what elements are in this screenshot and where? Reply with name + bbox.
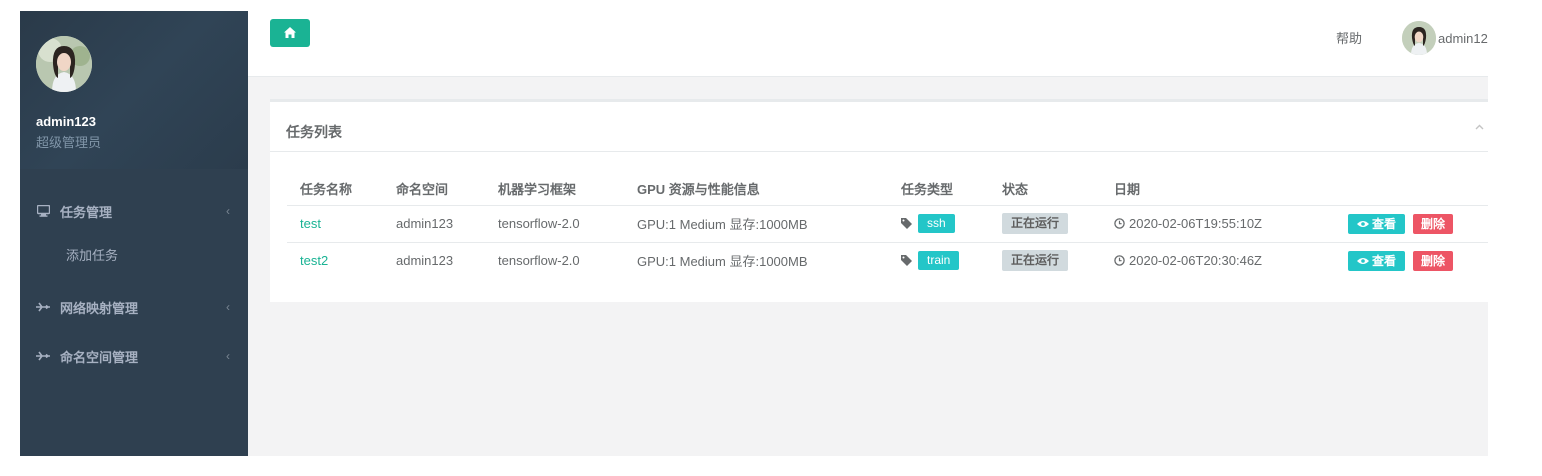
- clock-icon: [1114, 218, 1125, 229]
- task-type: train: [901, 251, 989, 271]
- task-type-label: train: [918, 251, 960, 271]
- namespace-cell: admin123: [396, 253, 454, 269]
- profile-name[interactable]: admin123: [36, 114, 96, 129]
- app-window: admin123 超级管理员 任务管理 ‹ 添加任务 网络映射管理 ‹ 命名空间…: [20, 11, 1488, 456]
- nav-item-network-mapping[interactable]: 网络映射管理 ‹: [20, 287, 248, 327]
- column-header: 任务名称: [287, 173, 383, 206]
- nav-item-label: 任务管理: [60, 204, 113, 220]
- view-button-label: 查看: [1372, 253, 1397, 268]
- gpu-info-cell: GPU:1 Medium 显存:1000MB: [624, 205, 888, 243]
- view-button-label: 查看: [1372, 216, 1397, 231]
- delete-button[interactable]: 删除: [1413, 250, 1454, 271]
- table-row: test2 admin123 tensorflow-2.0 GPU:1 Medi…: [287, 242, 1488, 279]
- avatar[interactable]: [36, 36, 92, 92]
- eye-icon: [1357, 257, 1369, 265]
- task-table: 任务名称 命名空间 机器学习框架 GPU 资源与性能信息 任务类型 状态 日期 …: [287, 173, 1488, 279]
- date-text: 2020-02-06T19:55:10Z: [1129, 216, 1262, 231]
- task-type: ssh: [901, 214, 989, 233]
- view-button[interactable]: 查看: [1348, 250, 1406, 271]
- divider: [270, 151, 1488, 152]
- column-header: 命名空间: [383, 173, 485, 206]
- chevron-left-icon: ‹: [226, 204, 230, 218]
- task-name-link[interactable]: test2: [300, 253, 328, 268]
- nav-subitem-label: 添加任务: [66, 247, 119, 263]
- view-button[interactable]: 查看: [1348, 213, 1406, 234]
- nav-item-label: 命名空间管理: [60, 349, 139, 365]
- clock-icon: [1114, 255, 1125, 266]
- framework-cell: tensorflow-2.0: [485, 205, 624, 243]
- gpu-info-cell: GPU:1 Medium 显存:1000MB: [637, 254, 808, 270]
- status-badge: 正在运行: [1002, 213, 1069, 234]
- status-badge: 正在运行: [1002, 250, 1069, 272]
- chevron-left-icon: ‹: [226, 300, 230, 314]
- user-menu[interactable]: admin12: [1402, 21, 1488, 55]
- nav-item-label: 网络映射管理: [60, 300, 139, 316]
- table-header-row: 任务名称 命名空间 机器学习框架 GPU 资源与性能信息 任务类型 状态 日期: [287, 173, 1488, 206]
- table-row: test admin123 tensorflow-2.0 GPU:1 Mediu…: [287, 205, 1488, 243]
- date: 2020-02-06T19:55:10Z: [1114, 216, 1335, 231]
- chevron-left-icon: ‹: [226, 349, 230, 363]
- task-name-link[interactable]: test: [300, 216, 321, 231]
- chevron-up-icon[interactable]: [1475, 122, 1484, 133]
- column-header: 任务类型: [888, 173, 989, 206]
- user-name: admin12: [1438, 30, 1488, 46]
- column-header: [1335, 173, 1488, 206]
- eye-icon: [1357, 220, 1369, 228]
- column-header: 机器学习框架: [485, 173, 624, 206]
- profile-header: admin123 超级管理员: [20, 11, 248, 169]
- date: 2020-02-06T20:30:46Z: [1114, 253, 1335, 268]
- date-text: 2020-02-06T20:30:46Z: [1129, 253, 1262, 269]
- home-icon: [284, 26, 296, 41]
- task-list-panel: 任务列表 任务名称 命名空间 机器学习框架 GPU 资源与性能信息 任务类型 状…: [270, 99, 1488, 302]
- home-button[interactable]: [270, 19, 310, 47]
- panel-title: 任务列表: [286, 124, 342, 140]
- plane-icon: [36, 300, 50, 314]
- framework-cell: tensorflow-2.0: [498, 253, 580, 269]
- tag-icon: [901, 255, 912, 267]
- delete-button[interactable]: 删除: [1413, 213, 1454, 234]
- help-link[interactable]: 帮助: [1336, 28, 1362, 47]
- plane-icon: [36, 349, 50, 363]
- namespace-cell: admin123: [383, 205, 485, 243]
- user-avatar: [1402, 21, 1436, 55]
- nav-subitem-add-task[interactable]: 添加任务: [20, 236, 248, 272]
- profile-role: 超级管理员: [36, 135, 102, 150]
- sidebar: admin123 超级管理员 任务管理 ‹ 添加任务 网络映射管理 ‹ 命名空间…: [20, 11, 248, 456]
- nav-item-namespace-management[interactable]: 命名空间管理 ‹: [20, 336, 248, 376]
- column-header: 状态: [989, 173, 1101, 206]
- desktop-icon: [36, 204, 50, 218]
- column-header: 日期: [1101, 173, 1335, 206]
- nav-item-task-management[interactable]: 任务管理 ‹: [20, 191, 248, 231]
- task-type-label: ssh: [918, 214, 955, 233]
- tag-icon: [901, 218, 912, 229]
- top-navbar: 帮助 admin12: [248, 11, 1488, 77]
- column-header: GPU 资源与性能信息: [624, 173, 888, 206]
